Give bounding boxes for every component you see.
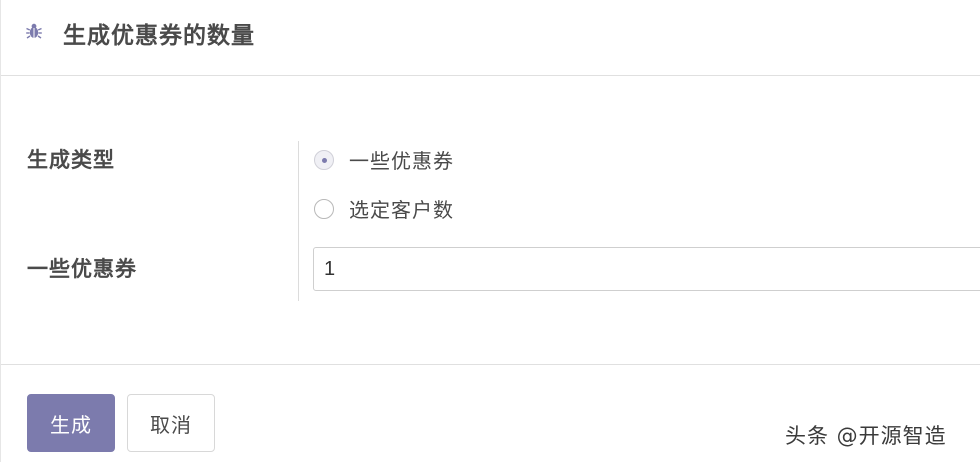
footer-divider (1, 364, 980, 365)
cancel-button-label: 取消 (150, 412, 192, 437)
cancel-button[interactable]: 取消 (127, 394, 215, 452)
generation-type-label: 生成类型 (27, 148, 115, 172)
coupon-count-label: 一些优惠券 (27, 257, 137, 281)
generate-button-label: 生成 (50, 412, 92, 437)
form-divider (298, 141, 299, 301)
radio-some-coupons[interactable] (314, 150, 334, 170)
radio-some-coupons-label[interactable]: 一些优惠券 (349, 145, 454, 174)
radio-selected-customers-label[interactable]: 选定客户数 (349, 194, 454, 223)
bug-icon (25, 22, 43, 40)
coupon-count-value[interactable]: 1 (324, 258, 335, 281)
dialog-header: 生成优惠券的数量 (1, 0, 980, 76)
dialog-title: 生成优惠券的数量 (63, 23, 255, 49)
coupon-dialog: 生成优惠券的数量 生成类型 一些优惠券 选定客户数 一些优惠券 1 生成 取消 … (0, 0, 980, 462)
coupon-count-input[interactable]: 1 (313, 247, 980, 291)
radio-selected-customers[interactable] (314, 199, 334, 219)
watermark: 头条 @开源智造 (785, 424, 947, 448)
generate-button[interactable]: 生成 (27, 394, 115, 452)
